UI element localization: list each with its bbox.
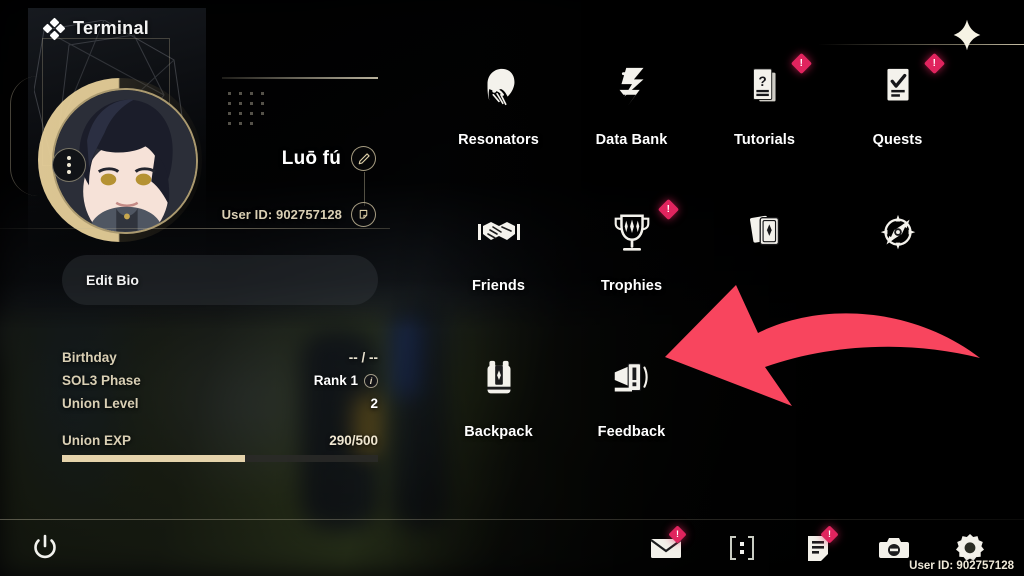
union-exp-progress-fill [62,455,246,462]
edit-bio-label: Edit Bio [86,272,139,288]
quests-checked-doc-icon [876,62,920,114]
edit-bio-button[interactable]: Edit Bio [62,255,378,305]
stat-row-union-level: Union Level 2 [62,392,378,415]
mail-envelope-icon[interactable]: ! [646,525,687,568]
menu-label: Data Bank [595,132,668,148]
stat-label: Birthday [62,350,117,365]
stat-value: -- / -- [348,350,378,365]
profile-stats: Birthday -- / -- SOL3 Phase Rank 1 i Uni… [62,346,378,462]
menu-item-quests[interactable]: ! Quests [831,52,964,152]
notes-document-icon[interactable]: ! [798,525,839,568]
badge-text: ! [799,57,804,69]
stat-row-sol3-phase: SOL3 Phase Rank 1 i [62,369,378,392]
badge-text: ! [932,57,937,69]
three-dots-vertical-icon[interactable] [52,148,86,182]
svg-text:?: ? [758,74,766,89]
pencil-edit-icon[interactable] [351,146,376,171]
terminal-header: Terminal [42,17,150,40]
menu-item-friends[interactable]: Friends [432,208,565,298]
menu-label: Trophies [600,278,663,294]
four-diamond-logo-icon [42,17,66,40]
footer-user-id: User ID: 902757128 [909,560,1014,572]
menu-item-feedback[interactable]: Feedback [565,354,698,444]
badge-text: ! [828,529,831,539]
bottom-bar-divider [0,519,1024,520]
menu-label: Quests [872,132,923,148]
menu-label: Tutorials [733,132,796,148]
stat-value: Rank 1 [313,373,358,388]
menu-item-data-bank[interactable]: Data Bank [565,62,698,152]
menu-label: Backpack [464,424,533,440]
stat-value-group: Rank 1 i [314,373,378,388]
feedback-megaphone-icon [609,354,655,406]
power-icon[interactable] [28,530,62,564]
union-exp-value: 290/500 [329,433,378,448]
menu-item-convene[interactable]: Convene [698,208,831,298]
avatar[interactable] [30,70,210,250]
menu-item-resonators[interactable]: Resonators [432,62,565,152]
user-id-label: User ID: 902757128 [221,207,342,222]
badge-text: ! [666,203,671,215]
data-bank-icon [610,62,654,114]
menu-label: Resonators [458,132,539,148]
decorative-dot-grid [228,92,264,125]
tutorials-question-doc-icon: ? [743,62,787,114]
menu-item-backpack[interactable]: Backpack [432,354,565,444]
copy-icon[interactable] [351,202,376,227]
backpack-icon [477,354,521,406]
badge-text: ! [676,529,679,539]
stat-row-birthday: Birthday -- / -- [62,346,378,369]
page-title: Terminal [73,18,150,38]
stat-label: SOL3 Phase [62,373,141,388]
name-accent-line [222,77,378,79]
handshake-icon [475,208,523,260]
union-exp-label: Union EXP [62,433,132,448]
menu-item-trophies[interactable]: ! Trophies [565,198,698,298]
stat-value: 2 [370,396,378,411]
user-id-row: User ID: 902757128 [222,202,376,227]
trophy-icon [610,208,654,260]
menu-label: Feedback [597,424,666,440]
camera-photo-icon[interactable] [874,528,914,568]
player-name: Luō fú [281,147,341,169]
terminal-menu-grid: Resonators Data Bank ! ? Tutorials ! Que… [432,52,964,444]
union-exp-progress-bar [62,455,378,462]
union-exp-row: Union EXP 290/500 [62,433,378,448]
compass-icon [875,208,921,260]
profile-panel: Luō fú User ID: 902757128 Edit Bio Birth… [0,0,420,576]
header-accent-line [818,44,1024,45]
close-star-icon[interactable] [944,12,990,58]
resonator-character-head-icon [476,62,522,114]
notification-badge: ! [657,198,680,221]
player-name-row: Luō fú [282,146,376,171]
union-exp-block: Union EXP 290/500 [62,433,378,462]
info-icon[interactable]: i [364,373,378,388]
name-uid-connector [364,172,365,206]
menu-item-tutorials[interactable]: ! ? Tutorials [698,52,831,152]
cards-convene-icon [743,208,787,260]
menu-label: Friends [471,278,526,294]
menu-item-guidebook[interactable]: Guidebook [831,208,964,298]
more-brackets-icon[interactable] [722,528,762,568]
user-id-underline [0,228,390,229]
stat-label: Union Level [62,396,139,411]
